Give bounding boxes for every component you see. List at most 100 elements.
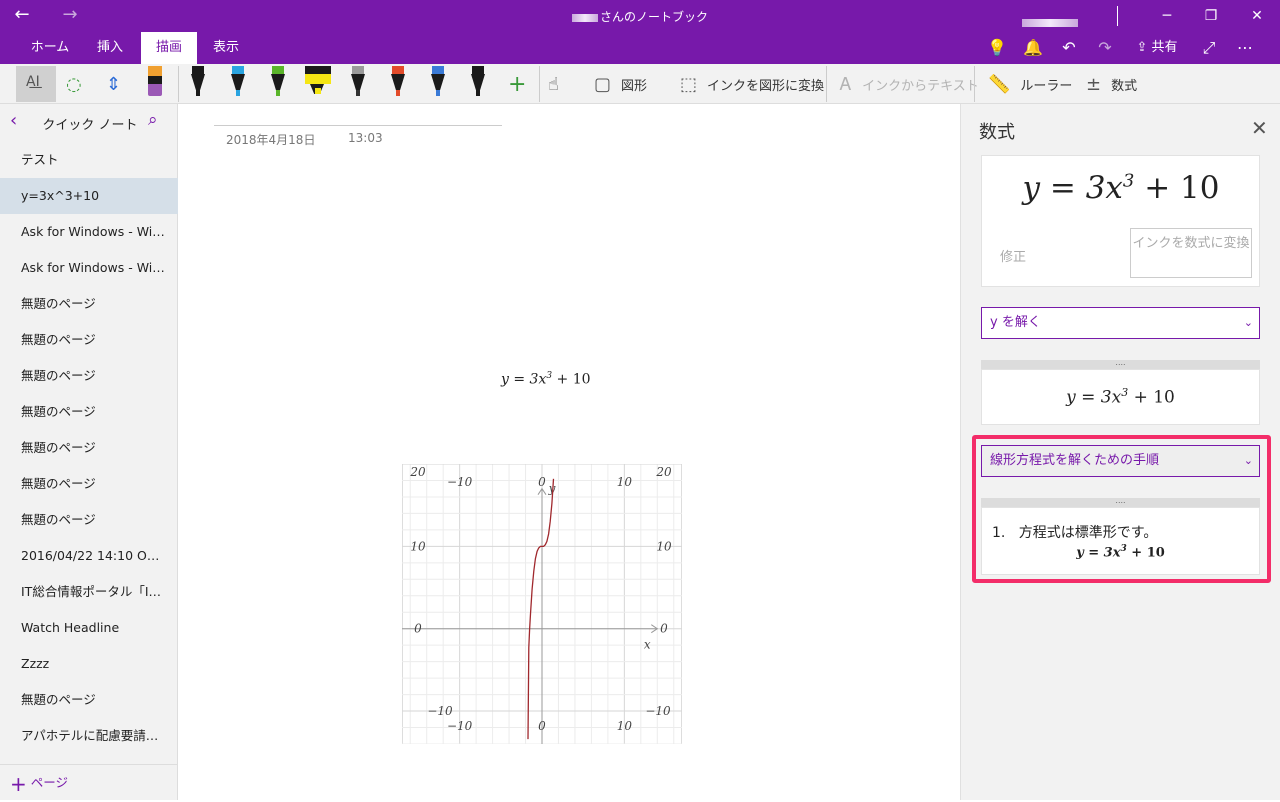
lightbulb-icon[interactable]: 💡 xyxy=(986,32,1008,64)
page-list-item[interactable]: 無題のページ xyxy=(0,358,178,394)
page-list-item[interactable]: テスト xyxy=(0,142,178,178)
page-list-item[interactable]: アパホテルに配慮要請＝... xyxy=(0,718,178,754)
title-bar: ← → さんのノートブック ─ ❐ ✕ xyxy=(0,0,1280,32)
ink-to-shape-button[interactable]: ⬚ インクを図形に変換 xyxy=(680,64,824,104)
pen-3[interactable] xyxy=(269,64,287,100)
plus-icon: + xyxy=(10,771,27,796)
add-page-button[interactable]: + ページ xyxy=(0,764,178,800)
close-panel-icon[interactable]: ✕ xyxy=(1251,116,1268,140)
toolbar-separator xyxy=(178,66,179,102)
page-list-item[interactable]: 無題のページ xyxy=(0,322,178,358)
note-time: 13:03 xyxy=(348,131,383,145)
fix-button[interactable]: 修正 xyxy=(1000,246,1026,265)
pen-6[interactable] xyxy=(389,64,407,100)
ruler-button[interactable]: 📏 ルーラー xyxy=(988,64,1072,104)
page-list-item[interactable]: 無題のページ xyxy=(0,502,178,538)
x-tick-label-bottom: 0 xyxy=(538,719,546,733)
ruler-icon: 📏 xyxy=(988,73,1011,95)
page-list-item[interactable]: Zzzz xyxy=(0,646,178,682)
y-tick-label-right: 20 xyxy=(655,465,672,479)
close-icon[interactable]: ✕ xyxy=(1234,0,1280,32)
add-pen-icon[interactable]: + xyxy=(508,64,526,104)
restore-icon[interactable]: ❐ xyxy=(1188,0,1234,32)
toolbar-separator xyxy=(539,66,540,102)
lasso-select-icon[interactable]: ◌ xyxy=(66,64,82,104)
shapes-label: 図形 xyxy=(621,78,648,94)
section-name[interactable]: クイック ノート xyxy=(40,114,140,133)
tab-view[interactable]: 表示 xyxy=(203,32,249,64)
pen-1[interactable] xyxy=(189,64,207,100)
note-equation[interactable]: y = 3x3 + 10 xyxy=(501,371,591,388)
page-list-item[interactable]: 無題のページ xyxy=(0,286,178,322)
undo-icon[interactable]: ↶ xyxy=(1058,32,1080,64)
ink-to-text-icon: Ꭺ xyxy=(840,73,853,95)
minimize-icon[interactable]: ─ xyxy=(1144,0,1190,32)
title-underline xyxy=(214,125,502,126)
ink-to-text-button[interactable]: Ꭺ インクからテキスト xyxy=(840,64,979,104)
pen-7[interactable] xyxy=(429,64,447,100)
ink-to-text-label: インクからテキスト xyxy=(862,78,979,94)
y-tick-label-left: 0 xyxy=(414,622,422,636)
ink-to-math-button[interactable]: インクを数式に変換 xyxy=(1130,228,1252,278)
x-tick-label-top: 10 xyxy=(617,475,633,489)
pen-5[interactable] xyxy=(349,64,367,100)
shapes-icon: ▢ xyxy=(594,73,612,95)
chevron-left-icon[interactable]: ‹ xyxy=(10,110,17,131)
page-list-item[interactable]: 無題のページ xyxy=(0,682,178,718)
ink-to-shape-icon: ⬚ xyxy=(680,73,698,95)
y-tick-label-right: 0 xyxy=(660,622,668,636)
equation-card: y = 3x3 + 10 修正 インクを数式に変換 xyxy=(981,155,1260,287)
highlight-box xyxy=(972,435,1271,583)
tab-insert[interactable]: 挿入 xyxy=(84,32,136,64)
math-label: 数式 xyxy=(1111,78,1138,94)
pen-2[interactable] xyxy=(229,64,247,100)
expand-icon[interactable]: ⤢ xyxy=(1198,32,1220,64)
x-tick-label-top: −10 xyxy=(447,475,473,489)
x-tick-label-bottom: −10 xyxy=(447,719,473,733)
toolbar-separator xyxy=(826,66,827,102)
redacted-name xyxy=(571,13,598,22)
more-icon[interactable]: ⋯ xyxy=(1234,32,1256,64)
page-list-item[interactable]: y=3x^3+10 xyxy=(0,178,178,214)
y-tick-label-left: 10 xyxy=(410,539,426,553)
page-list-item[interactable]: 無題のページ xyxy=(0,430,178,466)
text-select-tool[interactable]: A͟I xyxy=(16,66,56,102)
text-select-icon: A͟I xyxy=(26,74,40,90)
page-list-item[interactable]: 2016/04/22 14:10 Offic... xyxy=(0,538,178,574)
function-graph[interactable]: −10−1000101020 2010 100 0−10 −10xy xyxy=(402,464,682,744)
page-list-item[interactable]: Ask for Windows - Win... xyxy=(0,214,178,250)
page-list-item[interactable]: IT総合情報ポータル「ITm... xyxy=(0,574,178,610)
result-grip[interactable]: .... xyxy=(981,359,1260,369)
add-space-icon[interactable]: ⇕ xyxy=(106,64,121,104)
tab-draw[interactable]: 描画 xyxy=(141,32,197,64)
page-list-item[interactable]: 無題のページ xyxy=(0,466,178,502)
x-tick-label-top: 0 xyxy=(538,475,546,489)
y-tick-label-right: −10 xyxy=(645,704,671,718)
account-avatar[interactable] xyxy=(1022,12,1080,31)
redo-icon[interactable]: ↷ xyxy=(1094,32,1116,64)
solve-result-equation: y = 3x3 + 10 xyxy=(1066,386,1175,408)
math-button[interactable]: ± 数式 xyxy=(1086,64,1137,104)
page-list-sidebar: ‹ クイック ノート ⌕ テスト y=3x^3+10 Ask for Windows… xyxy=(0,104,178,800)
toolbar-separator xyxy=(974,66,975,102)
note-canvas[interactable]: 2018年4月18日 13:03 y = 3x3 + 10 −10 −10 0 0 10… xyxy=(178,104,960,800)
share-button[interactable]: ⇪ 共有 xyxy=(1132,32,1182,64)
page-list-item[interactable]: Watch Headline xyxy=(0,610,178,646)
math-panel-title: 数式 xyxy=(979,122,1015,143)
bell-icon[interactable]: 🔔 xyxy=(1022,32,1044,64)
y-tick-label-left: 20 xyxy=(409,465,426,479)
draw-toolbar: A͟I ◌ ⇕ + ☝ ▢ 図形 ⬚ インクを図形に変換 Ꭺ インクからテキスト 📏 ル… xyxy=(0,64,1280,104)
pen-8[interactable] xyxy=(469,64,487,100)
tab-home[interactable]: ホーム xyxy=(22,32,78,64)
page-list-item[interactable]: 無題のページ xyxy=(0,394,178,430)
chevron-down-icon: ⌄ xyxy=(1243,316,1253,329)
search-icon[interactable]: ⌕ xyxy=(148,110,158,130)
share-label: 共有 xyxy=(1151,40,1178,55)
page-list-item[interactable]: Ask for Windows - Win... xyxy=(0,250,178,286)
touch-draw-icon[interactable]: ☝ xyxy=(548,64,559,104)
solve-dropdown[interactable]: y を解く ⌄ xyxy=(981,307,1260,339)
highlighter-pen[interactable] xyxy=(305,64,331,100)
ribbon-tabs: ホーム 挿入 描画 表示 💡 🔔 ↶ ↷ ⇪ 共有 ⤢ ⋯ xyxy=(0,32,1280,64)
active-pen[interactable] xyxy=(146,64,164,100)
shapes-button[interactable]: ▢ 図形 xyxy=(594,64,647,104)
